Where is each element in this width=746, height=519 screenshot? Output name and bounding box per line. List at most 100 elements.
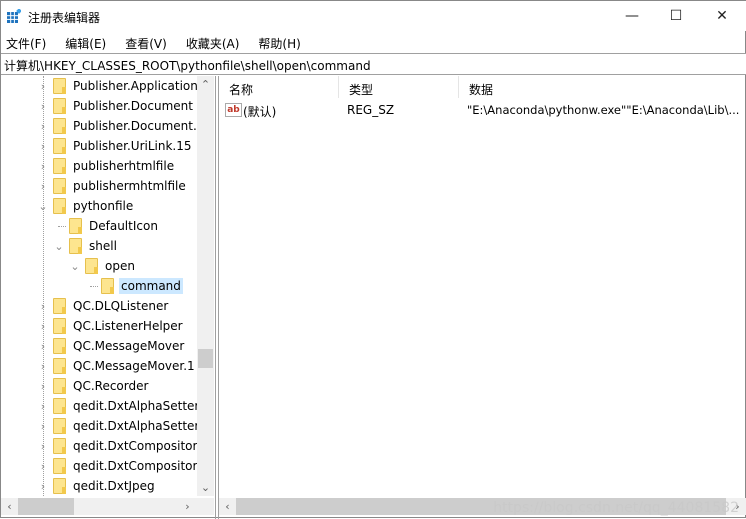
- scroll-down-icon[interactable]: ⌄: [197, 481, 214, 494]
- folder-icon: [53, 318, 66, 334]
- chevron-right-icon[interactable]: ›: [38, 340, 48, 353]
- tree-item[interactable]: › qedit.DxtCompositor.: [1, 456, 200, 476]
- tree-item-label: QC.MessageMover.1: [73, 359, 195, 373]
- title-bar: 注册表编辑器 — ☐ ✕: [1, 1, 746, 31]
- menu-file[interactable]: 文件(F): [1, 31, 52, 53]
- folder-icon: [53, 338, 66, 354]
- chevron-right-icon[interactable]: ›: [38, 300, 48, 313]
- tree-vertical-scrollbar[interactable]: ⌃ ⌄: [197, 76, 214, 496]
- string-value-icon: ab: [225, 103, 242, 117]
- tree-item-label: QC.MessageMover: [73, 339, 185, 353]
- tree-item[interactable]: ⌄ shell: [1, 236, 197, 256]
- tree-item[interactable]: › qedit.DxtCompositor: [1, 436, 197, 456]
- menu-help[interactable]: 帮助(H): [253, 31, 306, 53]
- tree-item[interactable]: › qedit.DxtAlphaSetter.: [1, 416, 202, 436]
- tree-connector: [90, 286, 98, 287]
- tree-item-label: Publisher.Application.: [73, 79, 202, 93]
- tree-item[interactable]: ⌄ pythonfile: [1, 196, 197, 216]
- scroll-left-icon[interactable]: ‹: [1, 500, 18, 513]
- chevron-right-icon[interactable]: ›: [38, 80, 48, 93]
- tree-item-label: Publisher.UriLink.15: [73, 139, 192, 153]
- tree-item[interactable]: › QC.ListenerHelper: [1, 316, 197, 336]
- tree-item[interactable]: › Publisher.UriLink.15: [1, 136, 197, 156]
- folder-icon: [53, 178, 66, 194]
- folder-icon: [53, 78, 66, 94]
- scroll-left-icon[interactable]: ‹: [219, 500, 236, 513]
- tree-horizontal-scrollbar[interactable]: ‹ ›: [1, 498, 214, 515]
- chevron-right-icon[interactable]: ›: [38, 120, 48, 133]
- close-button[interactable]: ✕: [699, 1, 745, 31]
- folder-icon: [101, 278, 114, 294]
- scroll-up-icon[interactable]: ⌃: [197, 78, 214, 91]
- folder-icon: [53, 198, 66, 214]
- folder-icon: [69, 218, 82, 234]
- tree-item-label: shell: [89, 239, 117, 253]
- value-data: "E:\Anaconda\pythonw.exe""E:\Anaconda\Li…: [467, 103, 740, 117]
- folder-icon: [69, 238, 82, 254]
- chevron-right-icon[interactable]: ›: [38, 400, 48, 413]
- tree-item-label: pythonfile: [73, 199, 134, 213]
- tree-item[interactable]: › QC.MessageMover.1: [1, 356, 197, 376]
- tree-connector: [58, 226, 66, 227]
- watermark: https://blog.csdn.net/qq_44081582: [493, 500, 739, 516]
- minimize-button[interactable]: —: [609, 1, 655, 31]
- chevron-right-icon[interactable]: ›: [38, 460, 48, 473]
- tree-item[interactable]: › publishermhtmlfile: [1, 176, 197, 196]
- folder-icon: [85, 258, 98, 274]
- folder-icon: [53, 418, 66, 434]
- scroll-right-icon[interactable]: ›: [179, 500, 196, 513]
- folder-icon: [53, 138, 66, 154]
- chevron-right-icon[interactable]: ›: [38, 440, 48, 453]
- scroll-thumb[interactable]: [198, 349, 213, 368]
- menu-bar: 文件(F) 编辑(E) 查看(V) 收藏夹(A) 帮助(H): [1, 31, 746, 53]
- tree-item[interactable]: DefaultIcon: [1, 216, 197, 236]
- chevron-right-icon[interactable]: ›: [38, 140, 48, 153]
- tree-item[interactable]: › QC.Recorder: [1, 376, 197, 396]
- maximize-button[interactable]: ☐: [653, 1, 699, 31]
- tree-item[interactable]: ⌄ open: [1, 256, 197, 276]
- chevron-down-icon[interactable]: ⌄: [54, 240, 64, 253]
- folder-icon: [53, 158, 66, 174]
- tree-item-label: qedit.DxtAlphaSetter.: [73, 419, 203, 433]
- chevron-right-icon[interactable]: ›: [38, 360, 48, 373]
- column-header-data[interactable]: 数据: [459, 76, 746, 98]
- folder-icon: [53, 398, 66, 414]
- tree-item[interactable]: › Publisher.Document.1: [1, 116, 204, 136]
- tree-item[interactable]: command: [1, 276, 197, 296]
- tree-item[interactable]: › QC.DLQListener: [1, 296, 197, 316]
- tree-item-label: qedit.DxtCompositor.: [73, 459, 201, 473]
- tree-item[interactable]: › publisherhtmlfile: [1, 156, 197, 176]
- menu-favorites[interactable]: 收藏夹(A): [181, 31, 246, 53]
- chevron-right-icon[interactable]: ›: [38, 320, 48, 333]
- tree-item-label: Publisher.Document.1: [73, 119, 205, 133]
- column-header-name[interactable]: 名称: [219, 76, 339, 98]
- chevron-right-icon[interactable]: ›: [38, 100, 48, 113]
- chevron-right-icon[interactable]: ›: [38, 180, 48, 193]
- tree-item[interactable]: › QC.MessageMover: [1, 336, 197, 356]
- chevron-right-icon[interactable]: ›: [38, 420, 48, 433]
- menu-view[interactable]: 查看(V): [120, 31, 173, 53]
- chevron-down-icon[interactable]: ⌄: [38, 200, 48, 213]
- scroll-thumb[interactable]: [18, 498, 74, 515]
- chevron-right-icon[interactable]: ›: [38, 480, 48, 493]
- registry-editor-icon: [7, 9, 21, 23]
- tree-item-label: DefaultIcon: [89, 219, 158, 233]
- folder-icon: [53, 118, 66, 134]
- address-bar[interactable]: 计算机\HKEY_CLASSES_ROOT\pythonfile\shell\o…: [1, 53, 746, 75]
- tree-item-label: command: [119, 278, 183, 294]
- tree-item[interactable]: › Publisher.Application.: [1, 76, 202, 96]
- menu-edit[interactable]: 编辑(E): [60, 31, 112, 53]
- chevron-right-icon[interactable]: ›: [38, 380, 48, 393]
- folder-icon: [53, 458, 66, 474]
- chevron-down-icon[interactable]: ⌄: [70, 260, 80, 273]
- value-name: (默认): [243, 105, 277, 119]
- tree-item-label: publisherhtmlfile: [73, 159, 175, 173]
- tree-item[interactable]: › Publisher.Document: [1, 96, 197, 116]
- tree-item-label: qedit.DxtJpeg: [73, 479, 155, 493]
- folder-icon: [53, 438, 66, 454]
- chevron-right-icon[interactable]: ›: [38, 160, 48, 173]
- window-title: 注册表编辑器: [28, 11, 101, 25]
- tree-item[interactable]: › qedit.DxtJpeg: [1, 476, 197, 496]
- tree-item[interactable]: › qedit.DxtAlphaSetter: [1, 396, 199, 416]
- column-header-type[interactable]: 类型: [339, 76, 459, 98]
